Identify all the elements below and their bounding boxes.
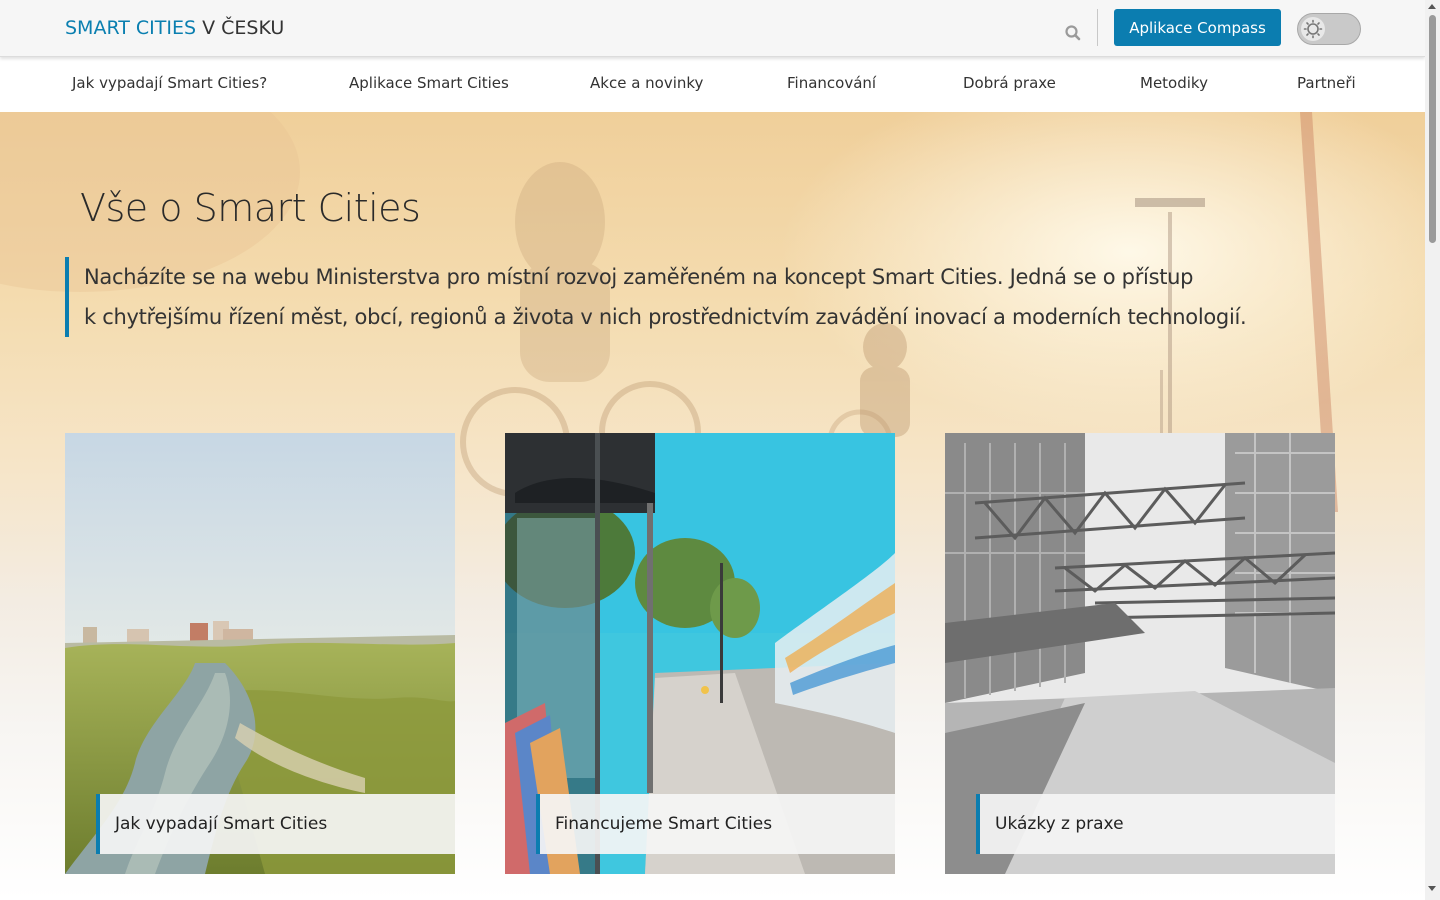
top-header: SMART CITIES V ČESKU Aplikace Compass [0, 0, 1425, 57]
page-scrollbar[interactable] [1425, 0, 1440, 900]
scroll-down-arrow-icon[interactable] [1428, 886, 1436, 891]
card-label: Ukázky z praxe [976, 794, 1335, 854]
scroll-thumb[interactable] [1429, 15, 1436, 243]
card-jak-vypadaji[interactable]: Jak vypadají Smart Cities [65, 433, 455, 874]
hero-intro-line-2: k chytřejšímu řízení měst, obcí, regionů… [84, 305, 1247, 329]
card-financujeme[interactable]: Financujeme Smart Cities [505, 433, 895, 874]
nav-item-partneri[interactable]: Partneři [1297, 74, 1356, 92]
nav-item-aplikace[interactable]: Aplikace Smart Cities [349, 74, 509, 92]
main-navigation: Jak vypadají Smart Cities? Aplikace Smar… [0, 57, 1425, 112]
hero-intro: Nacházíte se na webu Ministerstva pro mí… [65, 257, 1315, 337]
theme-toggle[interactable] [1297, 13, 1361, 45]
page-title: Vše o Smart Cities [80, 186, 421, 230]
scroll-up-arrow-icon[interactable] [1428, 4, 1436, 9]
card-label: Financujeme Smart Cities [536, 794, 895, 854]
logo-rest-text: V ČESKU [202, 17, 285, 39]
logo-accent-text: SMART CITIES [65, 17, 197, 39]
nav-item-metodiky[interactable]: Metodiky [1140, 74, 1208, 92]
sun-icon [1303, 19, 1323, 39]
header-divider [1097, 9, 1098, 46]
card-ukazky[interactable]: Ukázky z praxe [945, 433, 1335, 874]
hero-section: Vše o Smart Cities Nacházíte se na webu … [0, 112, 1425, 900]
nav-item-dobra-praxe[interactable]: Dobrá praxe [963, 74, 1056, 92]
site-logo[interactable]: SMART CITIES V ČESKU [65, 17, 284, 39]
compass-app-button[interactable]: Aplikace Compass [1114, 9, 1281, 46]
toggle-knob [1301, 17, 1325, 41]
card-label: Jak vypadají Smart Cities [96, 794, 455, 854]
nav-item-jak-vypadaji[interactable]: Jak vypadají Smart Cities? [72, 74, 267, 92]
search-button[interactable] [1063, 22, 1083, 42]
hero-intro-line-1: Nacházíte se na webu Ministerstva pro mí… [84, 265, 1194, 289]
search-icon [1065, 25, 1081, 41]
nav-item-akce-novinky[interactable]: Akce a novinky [590, 74, 703, 92]
nav-item-financovani[interactable]: Financování [787, 74, 876, 92]
